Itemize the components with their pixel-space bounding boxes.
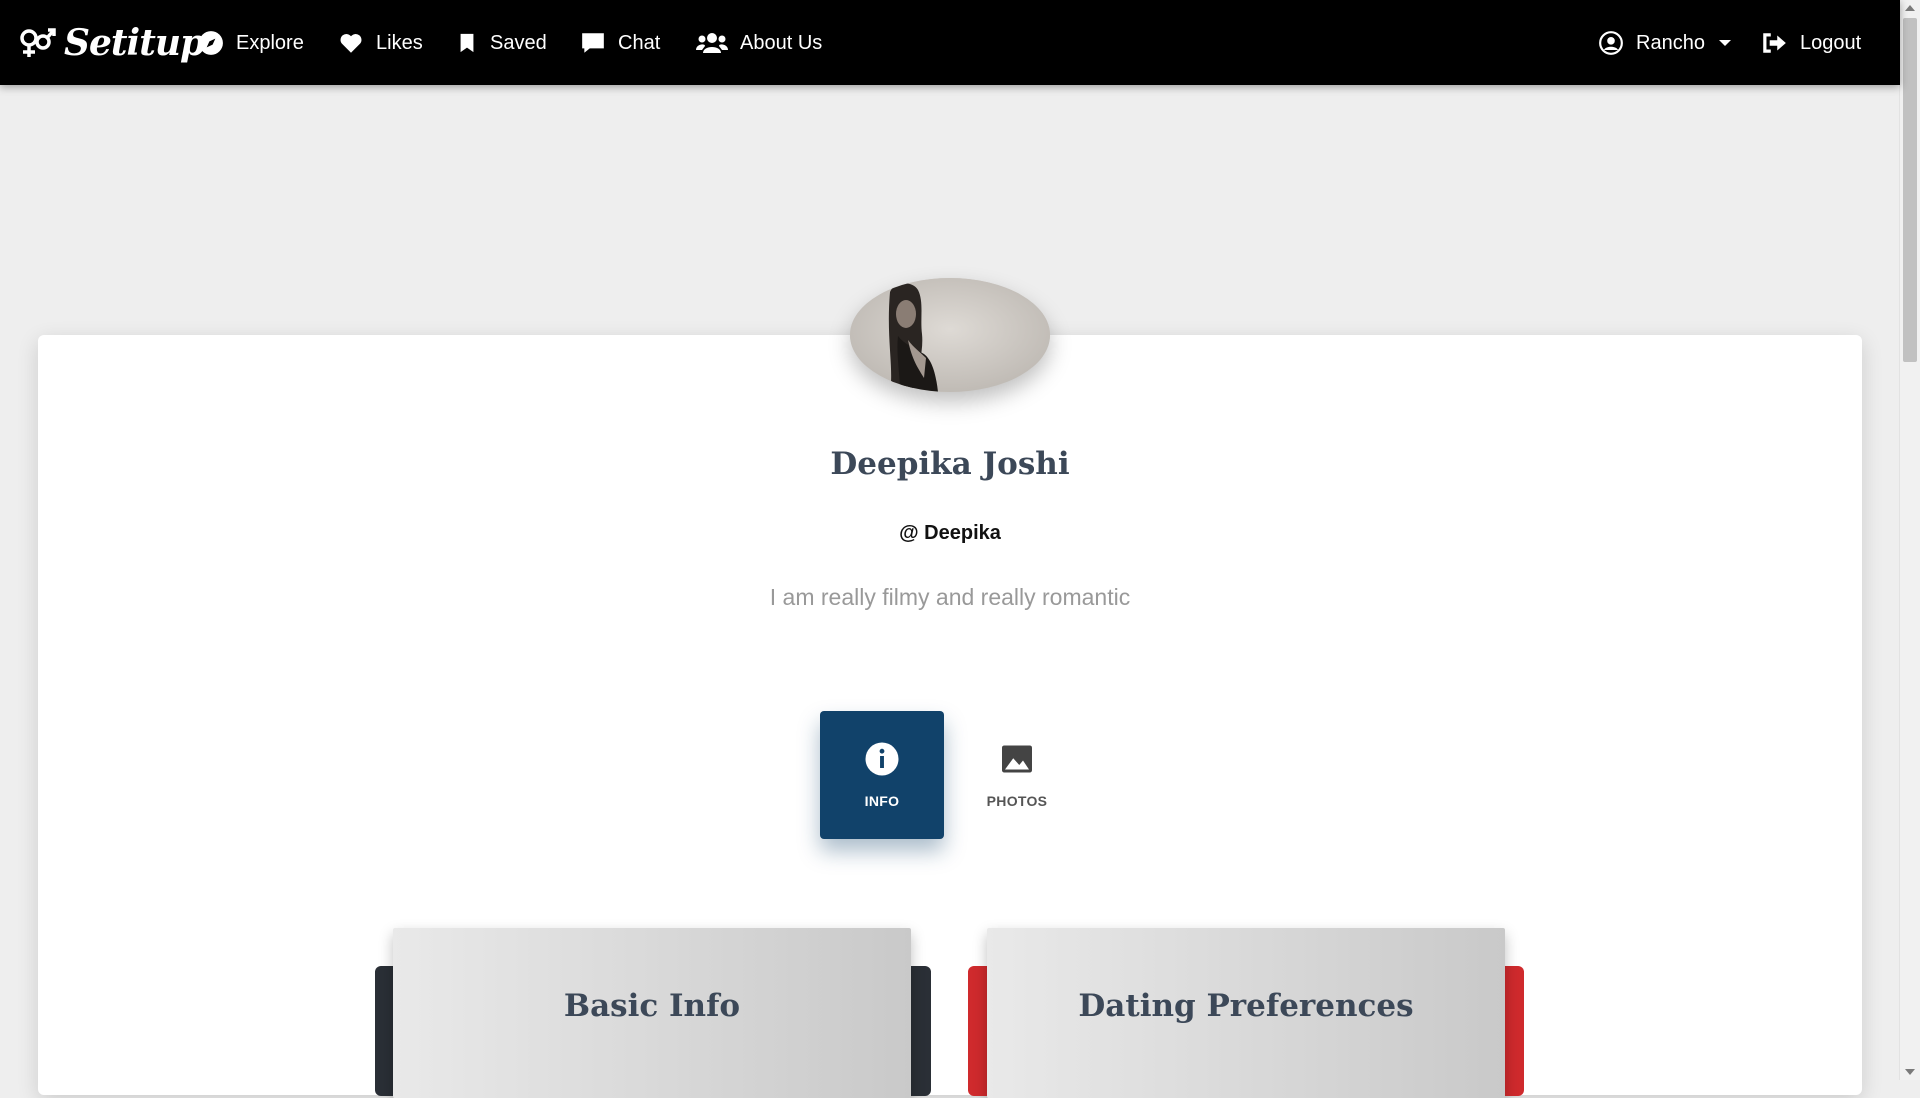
bookmark-icon <box>460 33 474 53</box>
dating-preferences-panel: Dating Preferences <box>987 928 1505 1098</box>
top-navbar: Setitup Explore Likes Saved Chat About U… <box>0 0 1900 85</box>
brand-logo[interactable]: Setitup <box>18 16 205 70</box>
nav-explore[interactable]: Explore <box>198 22 304 64</box>
user-menu-dropdown[interactable]: Rancho <box>1598 22 1731 64</box>
logout-button[interactable]: Logout <box>1760 22 1861 64</box>
logout-label: Logout <box>1800 31 1862 54</box>
user-circle-icon <box>1599 31 1623 55</box>
nav-chat-label: Chat <box>618 31 661 54</box>
tab-info-label: INFO <box>864 793 900 809</box>
nav-saved[interactable]: Saved <box>456 22 547 64</box>
nav-about-us-label: About Us <box>740 31 823 54</box>
nav-about-us[interactable]: About Us <box>696 22 822 64</box>
nav-saved-label: Saved <box>490 31 547 54</box>
chevron-down-icon <box>1718 40 1731 46</box>
nav-likes[interactable]: Likes <box>338 22 423 64</box>
gender-symbol-icon <box>20 28 56 57</box>
compass-icon <box>199 31 223 55</box>
scroll-thumb[interactable] <box>1903 18 1917 362</box>
scroll-up-arrow-icon[interactable] <box>1905 5 1915 11</box>
profile-bio: I am really filmy and really romantic <box>769 584 1131 610</box>
basic-info-panel: Basic Info <box>393 928 911 1098</box>
page-scrollbar[interactable] <box>1899 0 1920 1080</box>
info-icon <box>865 742 899 776</box>
nav-likes-label: Likes <box>376 31 423 54</box>
tab-photos-label: PHOTOS <box>986 793 1048 809</box>
dating-preferences-title: Dating Preferences <box>1078 988 1414 1024</box>
chat-icon <box>582 33 604 53</box>
tab-info[interactable]: INFO <box>820 711 944 839</box>
logout-icon <box>1763 33 1786 53</box>
scroll-down-arrow-icon[interactable] <box>1905 1069 1915 1075</box>
users-icon <box>696 33 728 53</box>
user-menu-label: Rancho <box>1636 31 1705 54</box>
profile-username: @ Deepika <box>899 522 1001 544</box>
nav-chat[interactable]: Chat <box>580 22 660 64</box>
nav-explore-label: Explore <box>236 31 304 54</box>
profile-avatar <box>850 278 1050 392</box>
image-icon <box>1002 745 1032 773</box>
profile-name: Deepika Joshi <box>830 446 1070 482</box>
basic-info-title: Basic Info <box>563 988 741 1024</box>
heart-icon <box>340 34 362 53</box>
brand-name: Setitup <box>64 22 205 64</box>
tab-photos[interactable]: PHOTOS <box>955 711 1079 839</box>
